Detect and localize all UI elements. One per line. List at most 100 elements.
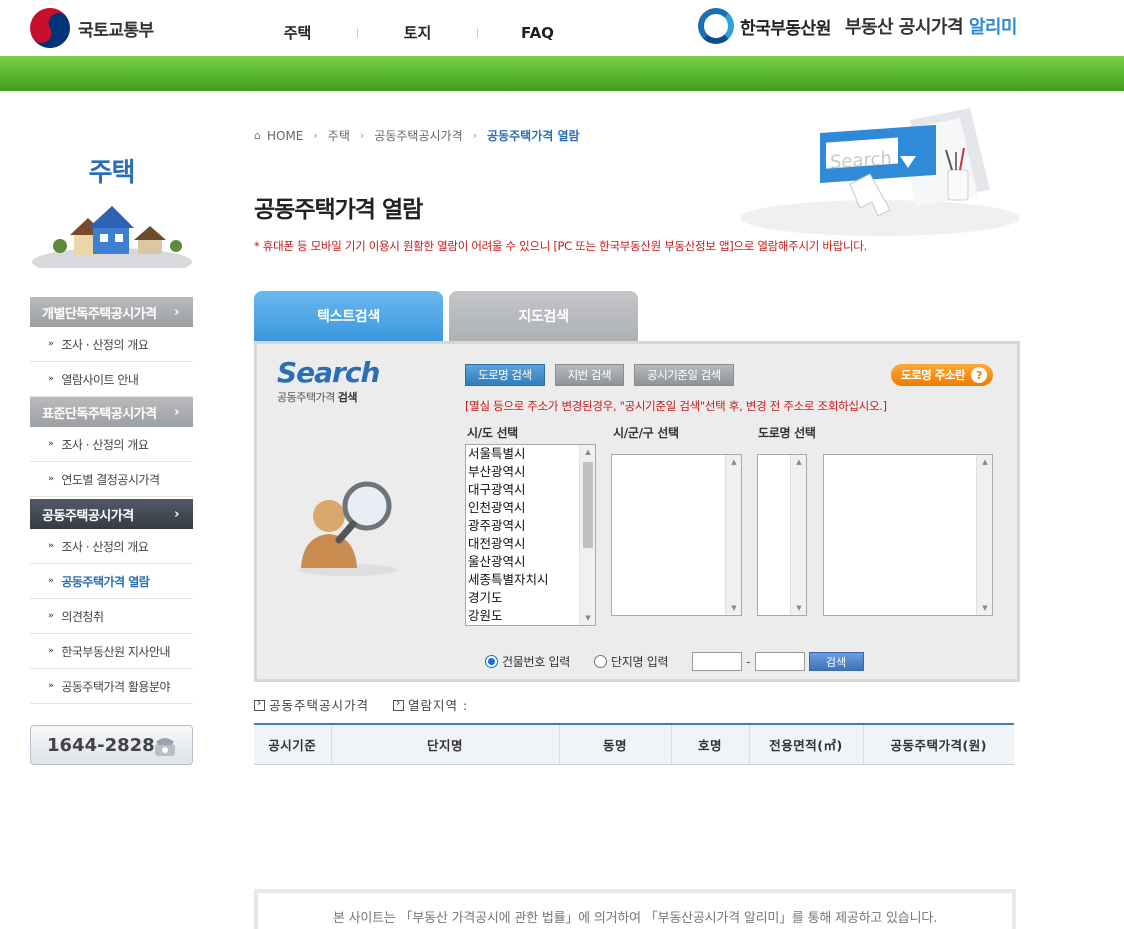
col-unit: 호명	[670, 724, 749, 765]
menu-item-yearly-prices[interactable]: » 연도별 결정공시가격	[30, 462, 193, 497]
scrollbar[interactable]: ▲ ▼	[725, 455, 741, 615]
search-hero-illustration: Search	[740, 108, 1020, 236]
bullet-arrow-icon: »	[48, 576, 54, 586]
menu-item-survey-overview[interactable]: » 조사 · 산정의 개요	[30, 327, 193, 362]
svg-text:Search: Search	[830, 148, 892, 173]
menu-item-apartment-price-view[interactable]: » 공동주택가격 열람	[30, 564, 193, 599]
road-name-select[interactable]: ▲ ▼	[823, 454, 993, 616]
nav-housing[interactable]: 주택	[270, 22, 325, 43]
nav-land[interactable]: 토지	[390, 22, 445, 43]
scrollbar-thumb[interactable]	[583, 462, 593, 548]
lot-number-search-button[interactable]: 지번 검색	[554, 364, 625, 386]
sido-option[interactable]: 강원도	[466, 607, 595, 625]
footer-notice-box: 본 사이트는 「부동산 가격공시에 관한 법률」에 의거하여 「부동산공시가격 …	[254, 889, 1016, 929]
nav-divider	[477, 27, 478, 38]
phone-number: 1644-2828	[47, 734, 155, 756]
building-number-radio-label[interactable]: 건물번호 입력	[502, 653, 570, 670]
chevron-right-icon: ›	[174, 506, 179, 522]
tab-map-search[interactable]: 지도검색	[449, 291, 638, 341]
sido-option[interactable]: 세종특별자치시	[466, 571, 595, 589]
building-number-radio[interactable]	[485, 655, 498, 668]
bullet-arrow-icon: »	[48, 646, 54, 656]
bullet-arrow-icon: »	[48, 541, 54, 551]
menu-item-branch-guide[interactable]: » 한국부동산원 지사안내	[30, 634, 193, 669]
road-address-help-button[interactable]: 도로명 주소란 ?	[891, 364, 993, 386]
header: 국토교통부 주택 토지 FAQ 한국부동산원 부동산 공시가격 알리미	[0, 0, 1124, 56]
reb-logo[interactable]: 한국부동산원 부동산 공시가격 알리미	[698, 8, 1018, 44]
search-tabs: 텍스트검색 지도검색	[254, 291, 638, 341]
sido-option[interactable]: 경기도	[466, 589, 595, 607]
scrollbar[interactable]: ▲ ▼	[579, 445, 595, 625]
road-initial-select[interactable]: ▲ ▼	[757, 454, 807, 616]
scrollbar[interactable]: ▲ ▼	[790, 455, 806, 615]
menu-item-survey-overview[interactable]: » 조사 · 산정의 개요	[30, 529, 193, 564]
scroll-down-icon[interactable]: ▼	[726, 601, 741, 615]
sigungu-label: 시/군/구 선택	[613, 426, 679, 440]
scroll-up-icon[interactable]: ▲	[726, 455, 741, 469]
info-price-type: 공동주택공시가격	[254, 695, 369, 714]
page-title: 공동주택가격 열람	[254, 197, 423, 223]
scrollbar[interactable]: ▲ ▼	[976, 455, 992, 615]
scroll-down-icon[interactable]: ▼	[791, 601, 806, 615]
nav-faq[interactable]: FAQ	[510, 24, 565, 42]
chevron-right-icon: ›	[359, 129, 365, 142]
nav-divider	[357, 27, 358, 38]
menu-item-viewing-site-guide[interactable]: » 열람사이트 안내	[30, 362, 193, 397]
complex-name-radio[interactable]	[593, 655, 607, 668]
scroll-down-icon[interactable]: ▼	[977, 601, 992, 615]
chevron-right-icon: ›	[174, 404, 179, 420]
building-main-number-input[interactable]	[692, 652, 743, 671]
sido-option[interactable]: 부산광역시	[466, 463, 595, 481]
tab-text-search[interactable]: 텍스트검색	[254, 291, 443, 341]
breadcrumb-home[interactable]: HOME	[267, 129, 303, 143]
search-logo: Search 공동주택가격 검색	[277, 356, 380, 405]
dash-separator: -	[746, 654, 751, 669]
box-arrow-icon	[393, 696, 405, 711]
sido-label: 시/도 선택	[467, 426, 518, 440]
menu-item-survey-overview[interactable]: » 조사 · 산정의 개요	[30, 427, 193, 462]
building-sub-number-input[interactable]	[754, 652, 805, 671]
col-building: 동명	[558, 724, 671, 765]
menu-group-standard-house[interactable]: 표준단독주택공시가격 ›	[30, 397, 193, 427]
footer-notice: 본 사이트는 「부동산 가격공시에 관한 법률」에 의거하여 「부동산공시가격 …	[332, 911, 938, 926]
sido-option[interactable]: 광주광역시	[466, 517, 595, 535]
sido-option[interactable]: 대구광역시	[466, 481, 595, 499]
search-logo-title: Search	[277, 356, 380, 389]
sido-option[interactable]: 인천광역시	[466, 499, 595, 517]
menu-item-usage-areas[interactable]: » 공동주택가격 활용분야	[30, 669, 193, 704]
sido-option[interactable]: 대전광역시	[466, 535, 595, 553]
scroll-down-icon[interactable]: ▼	[580, 611, 595, 625]
menu-item-opinion-hearing[interactable]: » 의견청취	[30, 599, 193, 634]
breadcrumb: ⌂ HOME › 주택 › 공동주택공시가격 › 공동주택가격 열람	[254, 127, 580, 144]
mobile-notice: * 휴대폰 등 모바일 기기 이용시 원활한 열람이 어려울 수 있으니 [PC…	[254, 239, 867, 253]
building-search-row: 건물번호 입력 단지명 입력 - 검색	[485, 652, 864, 671]
sido-select[interactable]: 서울특별시 부산광역시 대구광역시 인천광역시 광주광역시 대전광역시 울산광역시 세종특별자…	[465, 444, 596, 626]
reb-emblem-icon	[698, 8, 734, 44]
molit-logo[interactable]: 국토교통부	[22, 0, 154, 56]
road-name-label: 도로명 선택	[758, 426, 816, 440]
scroll-up-icon[interactable]: ▲	[977, 455, 992, 469]
box-arrow-icon	[254, 696, 265, 711]
road-name-search-button[interactable]: 도로명 검색	[465, 364, 545, 386]
col-reference-date: 공시기준	[254, 724, 331, 765]
sido-option[interactable]: 울산광역시	[466, 553, 595, 571]
bullet-arrow-icon: »	[48, 474, 54, 484]
phone-icon	[155, 738, 175, 756]
site-title-highlight: 알리미	[968, 17, 1018, 38]
search-submit-button[interactable]: 검색	[808, 652, 864, 671]
search-logo-subtitle: 공동주택가격 검색	[277, 391, 357, 404]
menu-group-apartment[interactable]: 공동주택공시가격 ›	[30, 499, 193, 529]
breadcrumb-housing[interactable]: 주택	[328, 127, 350, 144]
menu-group-individual-house[interactable]: 개별단독주택공시가격 ›	[30, 297, 193, 327]
complex-name-radio-label[interactable]: 단지명 입력	[611, 653, 669, 670]
sido-option[interactable]: 서울특별시	[466, 445, 595, 463]
scroll-up-icon[interactable]: ▲	[791, 455, 806, 469]
reference-date-search-button[interactable]: 공시기준일 검색	[634, 364, 734, 386]
sigungu-select[interactable]: ▲ ▼	[611, 454, 742, 616]
breadcrumb-apartment-price[interactable]: 공동주택공시가격	[374, 127, 462, 144]
scroll-up-icon[interactable]: ▲	[580, 445, 595, 459]
phone-number-box: 1644-2828	[30, 725, 193, 765]
bullet-arrow-icon: »	[48, 374, 54, 384]
result-info-line: 공동주택공시가격 열람지역 :	[254, 695, 468, 714]
magnifier-person-icon	[298, 481, 398, 576]
